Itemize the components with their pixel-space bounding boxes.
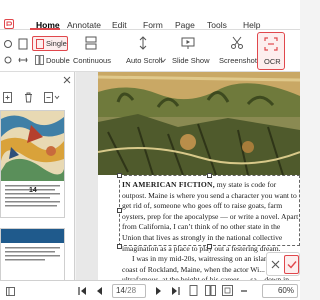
fit-width-view-icon[interactable] <box>222 285 233 296</box>
thumbnail-page-number: 14 <box>29 187 37 194</box>
thumbnail-image <box>1 229 64 283</box>
selection-handle[interactable] <box>207 244 212 249</box>
single-page-button[interactable]: Single <box>32 36 68 51</box>
document-page: IN AMERICAN FICTION, my state is code fo… <box>98 72 300 280</box>
ribbon-toolbar: Single Double Continuous Auto Scroll Sli… <box>0 30 300 72</box>
chevron-down-icon[interactable] <box>160 58 166 63</box>
scissors-icon <box>231 36 243 49</box>
close-icon[interactable] <box>63 76 71 84</box>
sidebar-toggle-icon[interactable] <box>6 287 15 296</box>
confirm-button[interactable] <box>284 255 299 274</box>
document-view[interactable]: IN AMERICAN FICTION, my state is code fo… <box>76 72 300 280</box>
double-page-icon <box>35 55 44 65</box>
cancel-icon[interactable] <box>271 260 280 269</box>
slide-show-button[interactable]: Slide Show <box>172 56 210 65</box>
selection-action-bar <box>266 252 300 276</box>
next-page-icon[interactable] <box>155 286 163 296</box>
thumbnail-panel: 14 <box>0 72 75 284</box>
menu-bar: Home Annotate Edit Form Page Tools Help <box>0 0 300 30</box>
last-page-icon[interactable] <box>171 286 180 296</box>
menu-help[interactable]: Help <box>243 20 260 30</box>
continuous-button[interactable]: Continuous <box>73 56 111 65</box>
previous-page-icon[interactable] <box>95 286 103 296</box>
selection-handle[interactable] <box>117 173 122 178</box>
menu-form[interactable]: Form <box>143 20 163 30</box>
continuous-icon <box>85 36 97 50</box>
page-thumbnail-14[interactable] <box>0 110 65 218</box>
thumbnail-image <box>1 111 64 217</box>
fit-width-icon[interactable] <box>18 55 28 65</box>
selection-handle[interactable] <box>117 244 122 249</box>
more-options-icon[interactable] <box>44 92 60 103</box>
menu-edit[interactable]: Edit <box>112 20 127 30</box>
insert-page-icon[interactable] <box>3 92 12 103</box>
page-number-input[interactable]: 14/28 <box>112 284 146 298</box>
page-thumbnail-15[interactable] <box>0 228 65 284</box>
ocr-button[interactable]: OCR <box>257 32 285 70</box>
check-icon <box>287 261 297 269</box>
fit-page-icon[interactable] <box>18 38 28 50</box>
article-illustration <box>98 72 300 175</box>
ocr-scan-icon <box>264 37 278 51</box>
ocr-label: OCR <box>264 57 281 66</box>
double-page-view-icon[interactable] <box>205 285 216 296</box>
zoom-out-icon[interactable] <box>240 287 248 295</box>
auto-scroll-icon <box>139 36 147 50</box>
zoom-icon[interactable] <box>3 55 13 65</box>
single-page-icon <box>36 39 44 49</box>
zoom-value: 60% <box>277 286 294 295</box>
ocr-selection-box[interactable] <box>119 175 300 246</box>
menu-annotate[interactable]: Annotate <box>67 20 101 30</box>
status-bar: 14/28 60% <box>0 280 300 300</box>
single-page-view-icon[interactable] <box>188 285 199 296</box>
selection-handle[interactable] <box>117 208 122 213</box>
rotate-icon[interactable] <box>3 39 13 49</box>
screenshot-button[interactable]: Screenshot <box>219 56 257 65</box>
menu-page[interactable]: Page <box>175 20 195 30</box>
zoom-level-input[interactable]: 60% <box>262 284 298 298</box>
slide-show-icon <box>181 37 195 49</box>
total-pages: /28 <box>124 286 137 295</box>
double-page-button[interactable]: Double <box>46 56 70 65</box>
auto-scroll-button[interactable]: Auto Scroll <box>126 56 162 65</box>
selection-handle[interactable] <box>207 173 212 178</box>
first-page-icon[interactable] <box>78 286 87 296</box>
current-page: 14 <box>116 286 125 295</box>
menu-tools[interactable]: Tools <box>207 20 227 30</box>
app-logo-icon <box>4 19 14 29</box>
trash-icon[interactable] <box>24 92 33 103</box>
single-label: Single <box>46 39 67 48</box>
